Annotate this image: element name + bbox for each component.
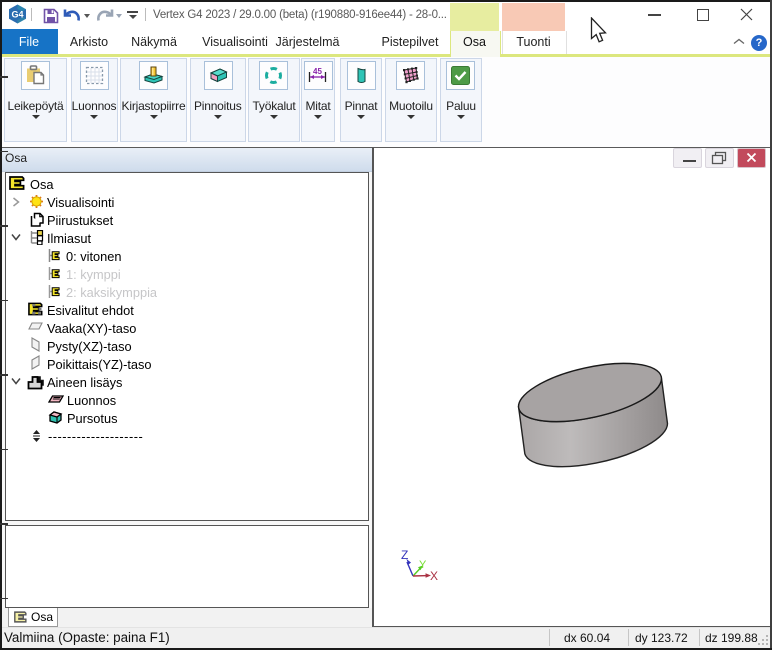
svg-text:G4: G4 [11,10,23,20]
svg-text:X: X [430,569,438,583]
svg-text:Y: Y [419,559,427,571]
svg-text:Z: Z [401,548,408,562]
svg-text:45: 45 [313,67,322,76]
